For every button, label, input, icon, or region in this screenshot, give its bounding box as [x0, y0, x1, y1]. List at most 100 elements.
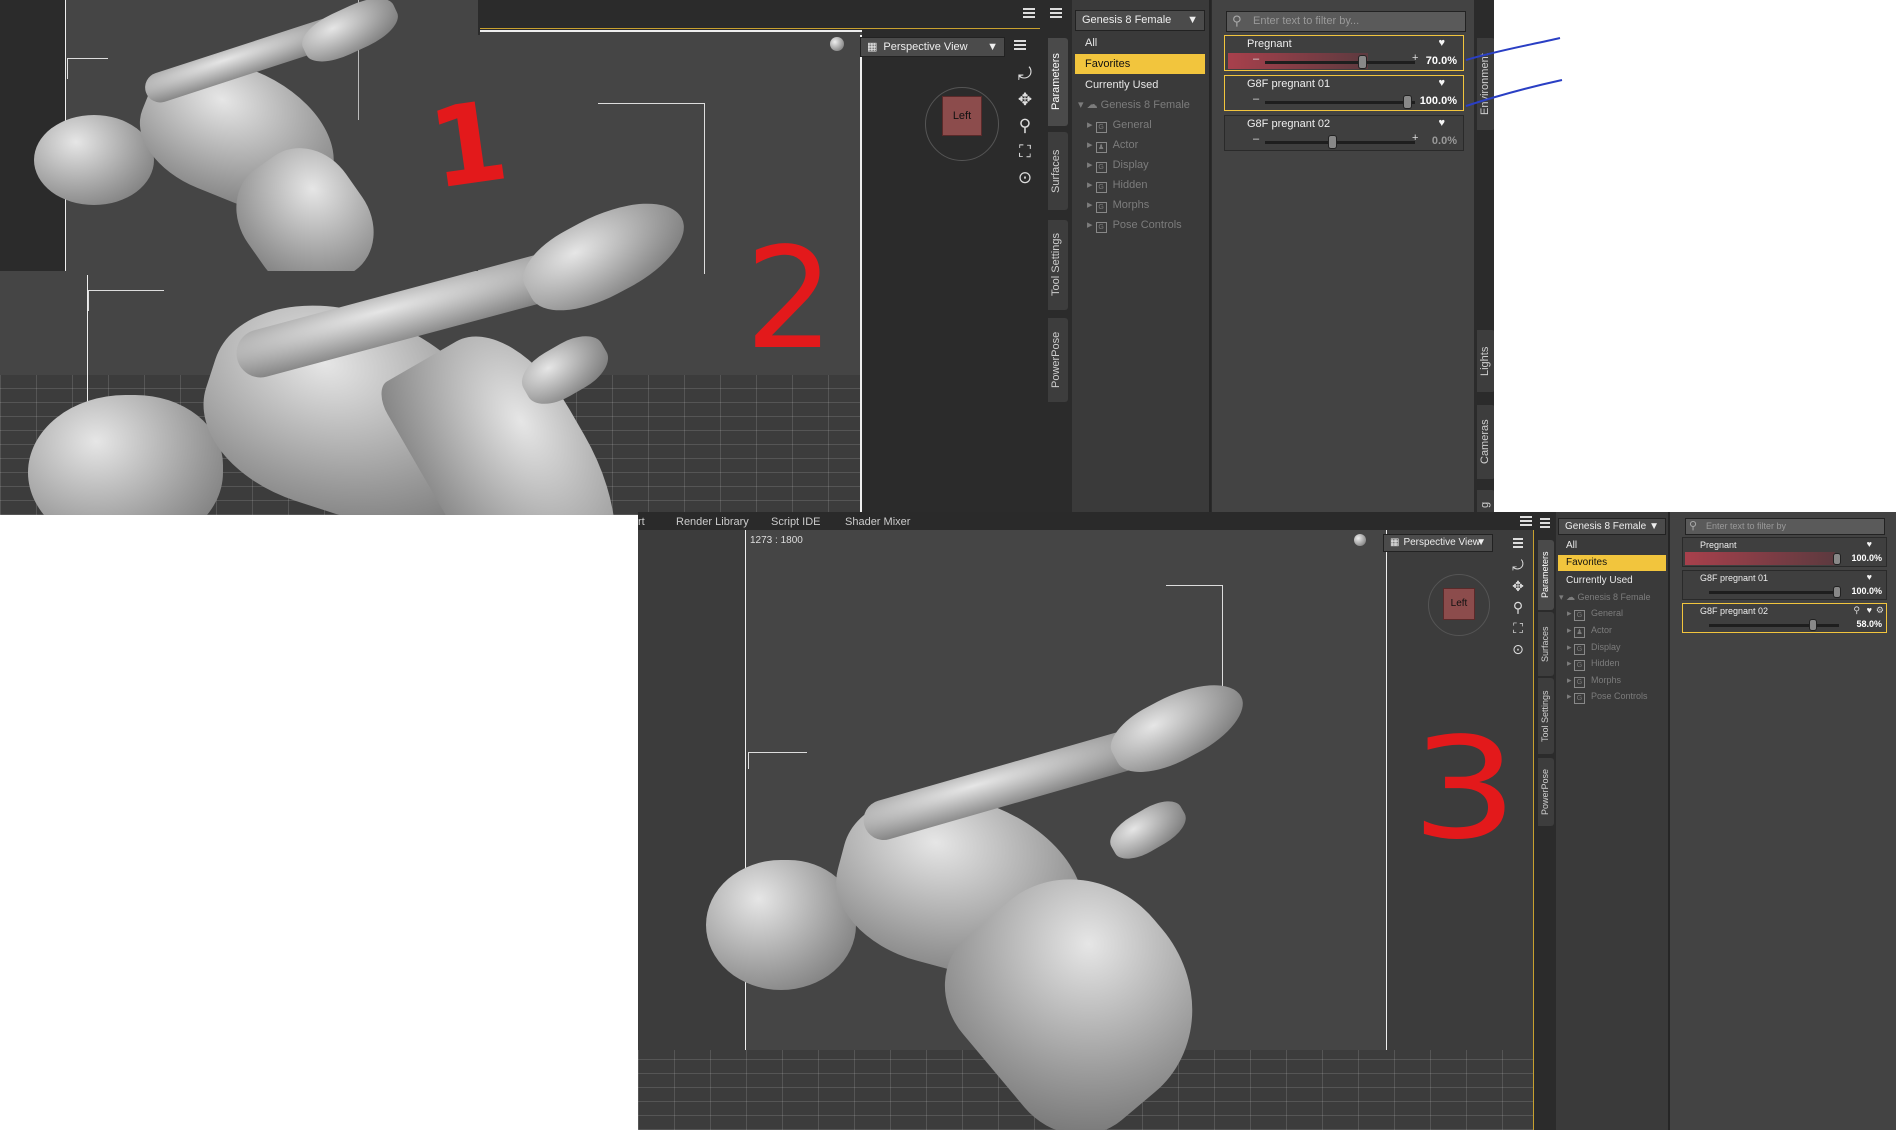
- tab-cameras[interactable]: Cameras: [1477, 405, 1494, 479]
- tab-menu-icon[interactable]: [1520, 516, 1532, 526]
- filter-input[interactable]: Enter text to filter by: [1685, 518, 1885, 535]
- slider-thumb[interactable]: [1833, 586, 1841, 598]
- tree-item-hidden[interactable]: ▸ G Hidden: [1087, 178, 1147, 193]
- tree-item-general[interactable]: ▸ G General: [1567, 608, 1623, 621]
- view-cube-face[interactable]: Left: [942, 96, 982, 136]
- render-preview-icon[interactable]: [830, 37, 844, 51]
- tab-tool-settings[interactable]: Tool Settings: [1538, 678, 1554, 754]
- perspective-view-select[interactable]: ▦ Perspective View ▼: [860, 37, 1005, 57]
- slider-thumb[interactable]: [1809, 619, 1817, 631]
- increment-icon[interactable]: +: [1412, 52, 1418, 64]
- zoom-icon[interactable]: ⚲: [1014, 116, 1036, 136]
- tab-tool-settings[interactable]: Tool Settings: [1048, 220, 1068, 310]
- tree-item-morphs[interactable]: ▸ G Morphs: [1567, 675, 1621, 688]
- viewport-menu-icon[interactable]: [1014, 40, 1026, 50]
- tree-item-display[interactable]: ▸ G Display: [1567, 642, 1621, 655]
- heart-icon[interactable]: ♥: [1867, 572, 1872, 582]
- perspective-view-label: Perspective View: [883, 41, 968, 53]
- param-g8f-pregnant-01[interactable]: G8F pregnant 01 ♥ – 100.0%: [1224, 75, 1464, 111]
- slider-thumb[interactable]: [1403, 95, 1412, 109]
- tab-parameters[interactable]: Parameters: [1048, 38, 1068, 126]
- tab-powerpose[interactable]: PowerPose: [1048, 318, 1068, 402]
- param-g8f-pregnant-01[interactable]: G8F pregnant 01 ♥ 100.0%: [1682, 570, 1887, 600]
- category-favorites[interactable]: Favorites: [1558, 555, 1666, 571]
- orbit-icon[interactable]: ⤾: [1014, 64, 1036, 84]
- increment-icon[interactable]: +: [1412, 132, 1418, 144]
- param-value[interactable]: 100.0%: [1851, 553, 1882, 563]
- tree-item-pose-controls[interactable]: ▸ G Pose Controls: [1567, 691, 1648, 704]
- param-g8f-pregnant-02[interactable]: G8F pregnant 02 ♥ ⚲ ⚙ 58.0%: [1682, 603, 1887, 633]
- tab-surfaces[interactable]: Surfaces: [1538, 612, 1554, 676]
- tab-rt[interactable]: rt: [638, 516, 645, 528]
- category-currently-used[interactable]: Currently Used: [1558, 573, 1666, 588]
- tree-item-pose-controls[interactable]: ▸ G Pose Controls: [1087, 218, 1182, 233]
- tree-root[interactable]: ▾ ☁ Genesis 8 Female: [1559, 592, 1651, 603]
- pan-icon[interactable]: ✥: [1507, 578, 1529, 595]
- lock-icon[interactable]: ⚲: [1853, 605, 1860, 616]
- param-value[interactable]: 0.0%: [1432, 135, 1457, 147]
- tab-script-ide[interactable]: Script IDE: [771, 516, 821, 528]
- reset-icon[interactable]: ⊙: [1014, 168, 1036, 188]
- tab-render-library[interactable]: Render Library: [676, 516, 749, 528]
- tab-environment[interactable]: Environment: [1477, 38, 1494, 130]
- view-cube-face[interactable]: Left: [1443, 588, 1475, 620]
- heart-icon[interactable]: ♥: [1867, 605, 1872, 615]
- tree-item-display[interactable]: ▸ G Display: [1087, 158, 1149, 173]
- viewport-bottom[interactable]: 1273 : 1800: [638, 530, 1534, 1130]
- slider-track: [1265, 61, 1415, 64]
- heart-icon[interactable]: ♥: [1867, 539, 1872, 549]
- menu-icon[interactable]: [1023, 8, 1035, 18]
- param-pregnant[interactable]: Pregnant ♥ – + 70.0%: [1224, 35, 1464, 71]
- category-currently-used[interactable]: Currently Used: [1075, 76, 1205, 94]
- tree-item-actor[interactable]: ▸ ♟ Actor: [1567, 625, 1612, 638]
- group-icon: G: [1574, 660, 1586, 671]
- heart-icon[interactable]: ♥: [1438, 77, 1445, 89]
- figure-select[interactable]: Genesis 8 Female ▼: [1558, 518, 1666, 535]
- tree-item-hidden[interactable]: ▸ G Hidden: [1567, 658, 1620, 671]
- reset-icon[interactable]: ⊙: [1507, 641, 1529, 658]
- tree-item-general[interactable]: ▸ G General: [1087, 118, 1152, 133]
- camera-frame-bracket-left: [748, 752, 807, 769]
- perspective-view-select[interactable]: ▦ Perspective View ▼: [1383, 534, 1493, 552]
- param-value[interactable]: 100.0%: [1420, 95, 1457, 107]
- slider-thumb[interactable]: [1833, 553, 1841, 565]
- tab-parameters[interactable]: Parameters: [1538, 540, 1554, 610]
- decrement-icon[interactable]: –: [1253, 93, 1259, 105]
- tab-shader-mixer[interactable]: Shader Mixer: [845, 516, 910, 528]
- param-value[interactable]: 58.0%: [1856, 619, 1882, 629]
- category-all[interactable]: All: [1075, 34, 1205, 52]
- param-g8f-pregnant-02[interactable]: G8F pregnant 02 ♥ – + 0.0%: [1224, 115, 1464, 151]
- tab-surfaces[interactable]: Surfaces: [1048, 132, 1068, 210]
- viewport-menu-icon[interactable]: [1513, 538, 1523, 548]
- heart-icon[interactable]: ♥: [1438, 117, 1445, 129]
- annotation-number-3: 3: [1411, 708, 1518, 871]
- param-name: G8F pregnant 02: [1700, 606, 1769, 616]
- decrement-icon[interactable]: –: [1253, 133, 1259, 145]
- slider-thumb[interactable]: [1358, 55, 1367, 69]
- tree-item-morphs[interactable]: ▸ G Morphs: [1087, 198, 1149, 213]
- category-all[interactable]: All: [1558, 538, 1666, 553]
- param-pregnant[interactable]: Pregnant ♥ 100.0%: [1682, 537, 1887, 567]
- orbit-icon[interactable]: ⤾: [1507, 557, 1529, 574]
- pane-menu-icon[interactable]: [1050, 8, 1062, 18]
- figure-select[interactable]: Genesis 8 Female ▼: [1075, 10, 1205, 31]
- param-value[interactable]: 70.0%: [1426, 55, 1457, 67]
- tab-lights[interactable]: Lights: [1477, 330, 1494, 392]
- frame-icon[interactable]: ⛶: [1507, 620, 1529, 637]
- pane-menu-icon[interactable]: [1540, 518, 1550, 528]
- param-value[interactable]: 100.0%: [1851, 586, 1882, 596]
- filter-input[interactable]: Enter text to filter by...: [1226, 11, 1466, 32]
- tree-item-actor[interactable]: ▸ ♟ Actor: [1087, 138, 1138, 153]
- tree-root[interactable]: ▾ ☁ Genesis 8 Female: [1078, 98, 1190, 111]
- category-favorites[interactable]: Favorites: [1075, 54, 1205, 74]
- tab-powerpose[interactable]: PowerPose: [1538, 758, 1554, 826]
- gear-icon[interactable]: ⚙: [1876, 605, 1884, 616]
- render-preview-icon[interactable]: [1354, 534, 1366, 546]
- zoom-icon[interactable]: ⚲: [1507, 599, 1529, 616]
- pan-icon[interactable]: ✥: [1014, 90, 1036, 110]
- frame-icon[interactable]: ⛶: [1014, 142, 1036, 162]
- figure-select-label: Genesis 8 Female: [1082, 14, 1172, 26]
- decrement-icon[interactable]: –: [1253, 53, 1259, 65]
- heart-icon[interactable]: ♥: [1438, 37, 1445, 49]
- slider-thumb[interactable]: [1328, 135, 1337, 149]
